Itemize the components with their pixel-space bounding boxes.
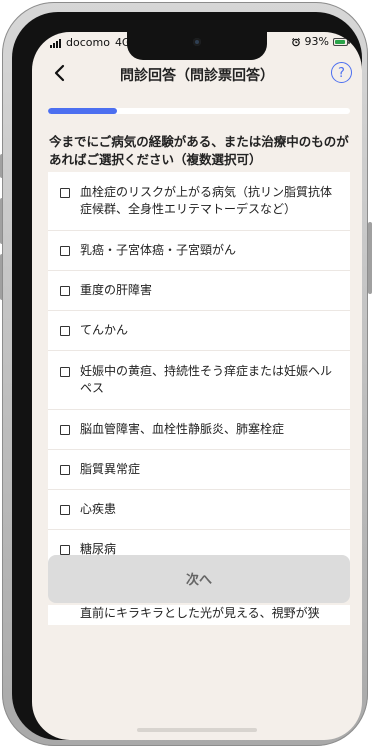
help-icon[interactable]: ?	[331, 62, 352, 83]
question-text: 今までにご病気の経験がある、または治療中のものがあればご選択ください（複数選択可…	[49, 134, 349, 167]
next-button[interactable]: 次へ	[48, 555, 350, 603]
page-title: 問診回答（問診票回答）	[120, 68, 274, 84]
alarm-icon	[291, 37, 300, 46]
option-label: 直前にキラキラとした光が見える、視野が狭	[80, 606, 320, 620]
progress-bar	[48, 108, 350, 114]
checkbox[interactable]	[60, 425, 70, 435]
option-row[interactable]: 脂質異常症	[48, 450, 350, 490]
option-label: 乳癌・子宮体癌・子宮頸がん	[80, 243, 237, 257]
option-label: 糖尿病	[80, 542, 117, 556]
option-label: 心疾患	[80, 502, 117, 516]
side-button	[368, 222, 372, 294]
checkbox[interactable]	[60, 286, 70, 296]
status-bar: docomo 4G 93%	[32, 32, 362, 56]
checkbox[interactable]	[60, 367, 70, 377]
phone-frame: docomo 4G 93% 問診回答（問診票回答） ? 今までにご病気の経験があ…	[0, 0, 372, 750]
app-screen: docomo 4G 93% 問診回答（問診票回答） ? 今までにご病気の経験があ…	[32, 32, 362, 740]
option-row[interactable]: 乳癌・子宮体癌・子宮頸がん	[48, 231, 350, 271]
option-row[interactable]: 心疾患	[48, 490, 350, 530]
phone-bezel: docomo 4G 93% 問診回答（問診票回答） ? 今までにご病気の経験があ…	[12, 12, 362, 740]
battery-icon	[333, 37, 350, 46]
phone-shell: docomo 4G 93% 問診回答（問診票回答） ? 今までにご病気の経験があ…	[2, 2, 368, 746]
battery-percent: 93%	[304, 35, 329, 48]
battery-fill	[335, 39, 346, 44]
option-label: 脂質異常症	[80, 462, 141, 476]
option-list: 血栓症のリスクが上がる病気（抗リン脂質抗体症候群、全身性エリテマトーデスなど） …	[48, 172, 350, 570]
status-right: 93%	[291, 35, 350, 48]
checkbox[interactable]	[60, 545, 70, 555]
checkbox[interactable]	[60, 505, 70, 515]
option-label: 重度の肝障害	[80, 283, 153, 297]
status-left: docomo 4G	[50, 36, 130, 49]
checkbox[interactable]	[60, 246, 70, 256]
checkbox[interactable]	[60, 465, 70, 475]
carrier-name: docomo	[66, 36, 110, 49]
option-row[interactable]: 血栓症のリスクが上がる病気（抗リン脂質抗体症候群、全身性エリテマトーデスなど）	[48, 172, 350, 231]
home-indicator	[137, 728, 257, 732]
option-label: 妊娠中の黄疸、持続性そう痒症または妊娠ヘルペス	[80, 364, 333, 395]
checkbox[interactable]	[60, 188, 70, 198]
signal-icon	[50, 38, 61, 48]
option-row[interactable]: 重度の肝障害	[48, 271, 350, 311]
progress-fill	[48, 108, 118, 114]
checkbox[interactable]	[60, 326, 70, 336]
app-header: 問診回答（問診票回答） ?	[32, 56, 362, 92]
option-row-partial[interactable]: 直前にキラキラとした光が見える、視野が狭	[48, 605, 350, 625]
network-type: 4G	[114, 36, 131, 49]
option-label: 脳血管障害、血栓性静脈炎、肺塞栓症	[80, 422, 285, 436]
option-row[interactable]: 脳血管障害、血栓性静脈炎、肺塞栓症	[48, 410, 350, 450]
option-row[interactable]: 妊娠中の黄疸、持続性そう痒症または妊娠ヘルペス	[48, 351, 350, 410]
option-row[interactable]: てんかん	[48, 311, 350, 351]
option-label: てんかん	[80, 323, 129, 337]
option-label: 血栓症のリスクが上がる病気（抗リン脂質抗体症候群、全身性エリテマトーデスなど）	[80, 185, 333, 216]
